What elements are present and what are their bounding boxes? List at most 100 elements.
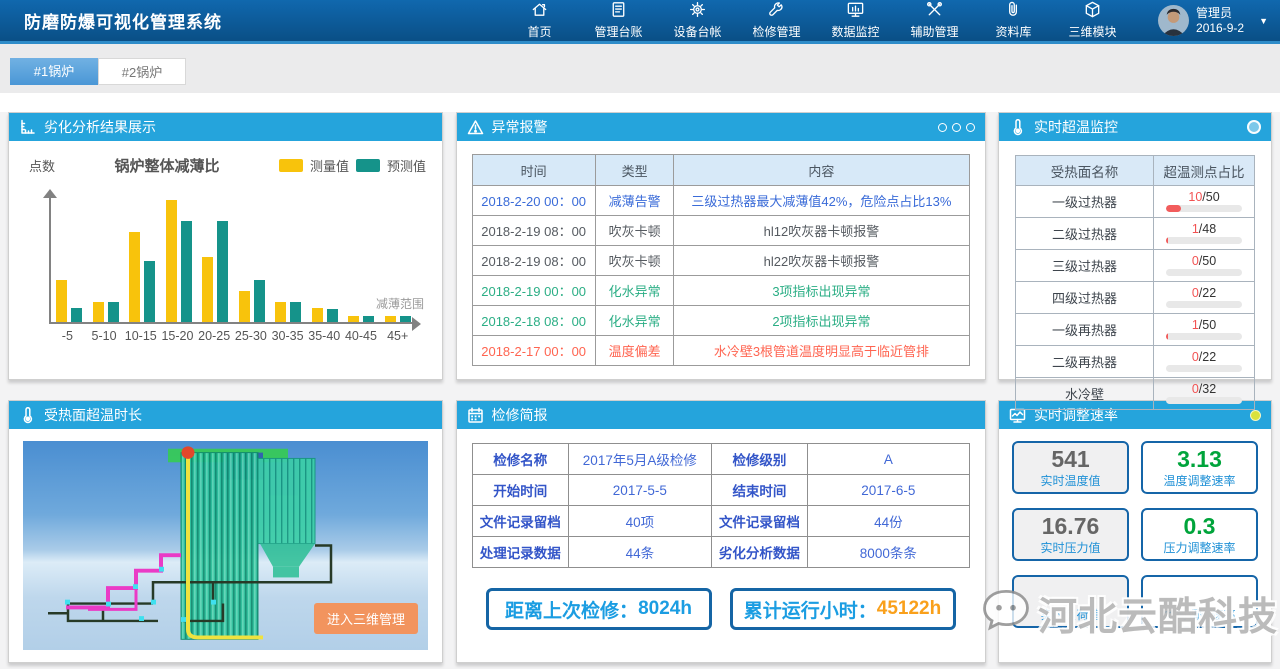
alarm-column-header: 内容 <box>674 155 969 186</box>
panel-dot-icon[interactable] <box>966 123 975 132</box>
nav-item-gear[interactable]: 设备台帐 <box>658 0 737 41</box>
legend-label: 预测值 <box>387 156 426 175</box>
progress-track <box>1166 205 1242 212</box>
maintenance-label: 开始时间 <box>472 475 568 506</box>
maintenance-button-2[interactable]: 累计运行小时：45122h <box>730 588 956 630</box>
surface-name: 一级再热器 <box>1016 314 1154 346</box>
panel-dot-icon[interactable] <box>952 123 961 132</box>
overtemp-ratio: 0/32 <box>1166 382 1242 396</box>
bar <box>56 280 67 322</box>
nav-item-cube[interactable]: 三维模块 <box>1053 0 1132 41</box>
nav-item-label: 首页 <box>528 23 552 40</box>
main-nav: 首页 管理台账设备台帐检修管理数据监控辅助管理资料库 三维模块 <box>500 0 1132 41</box>
bar <box>202 257 213 322</box>
nav-item-wrench[interactable]: 检修管理 <box>737 0 816 41</box>
maintenance-button-1[interactable]: 距离上次检修：8024h <box>486 588 712 630</box>
bar-group-5-10 <box>88 194 125 322</box>
bar-group-20-25 <box>197 194 234 322</box>
button-value: 45122h <box>877 598 941 620</box>
overtemp-row: 二级过热器 1/48 <box>1016 218 1255 250</box>
progress-track <box>1166 365 1242 372</box>
alarm-cell-content: 3项指标出现异常 <box>674 276 969 306</box>
maintenance-row: 开始时间2017-5-5结束时间2017-6-5 <box>472 475 969 506</box>
app-title: 防磨防爆可视化管理系统 <box>24 8 222 33</box>
rate-card-5: 实时负荷值 <box>1012 575 1129 628</box>
maintenance-label: 结束时间 <box>711 475 807 506</box>
tab-boiler-2[interactable]: #2锅炉 <box>98 58 186 85</box>
x-tick: 40-45 <box>343 329 380 343</box>
nav-item-ledger[interactable]: 管理台账 <box>579 0 658 41</box>
overtemp-ratio: 1/48 <box>1166 222 1242 236</box>
alarm-cell-time: 2018-2-19 08：00 <box>472 216 595 246</box>
cube-icon <box>1083 0 1102 22</box>
maintenance-row: 处理记录数据44条劣化分析数据8000条条 <box>472 537 969 568</box>
monitor-icon <box>846 0 865 22</box>
alarm-cell-type: 化水异常 <box>595 306 674 336</box>
button-value: 8024h <box>638 598 692 620</box>
caret-down-icon[interactable]: ▼ <box>1259 16 1268 26</box>
panel-title: 受热面超温时长 <box>44 405 142 425</box>
bar <box>217 221 228 322</box>
nav-item-monitor[interactable]: 数据监控 <box>816 0 895 41</box>
x-tick: 35-40 <box>306 329 343 343</box>
alarm-table: 时间类型内容 2018-2-20 00：00减薄告警三级过热器最大减薄值42%，… <box>472 154 970 366</box>
surface-name: 二级过热器 <box>1016 218 1154 250</box>
alarm-row: 2018-2-19 00：00化水异常3项指标出现异常 <box>472 276 969 306</box>
total-count: /50 <box>1199 254 1216 268</box>
enter-3d-button[interactable]: 进入三维管理 <box>314 603 418 634</box>
bar <box>129 232 140 322</box>
nav-item-label: 资料库 <box>996 23 1032 40</box>
status-indicator-icon <box>1247 120 1261 134</box>
maintenance-value: 2017-6-5 <box>808 475 969 506</box>
avatar <box>1158 5 1189 36</box>
maintenance-buttons: 距离上次检修：8024h 累计运行小时：45122h <box>486 588 956 630</box>
alarm-cell-content: 水冷壁3根管道温度明显高于临近管排 <box>674 336 969 366</box>
bar-group-25-30 <box>234 194 271 322</box>
total-count: /48 <box>1199 222 1216 236</box>
alarm-cell-content: hl12吹灰器卡顿报警 <box>674 216 969 246</box>
rate-label: 压力调整速率 <box>1163 539 1235 556</box>
x-tick: 15-20 <box>159 329 196 343</box>
tab-boiler-1[interactable]: #1锅炉 <box>10 58 98 85</box>
overtemp-ratio-cell: 10/50 <box>1154 186 1255 218</box>
bar <box>275 302 286 322</box>
panel-dot-icon[interactable] <box>938 123 947 132</box>
bar <box>327 309 338 322</box>
rate-label: 实时温度值 <box>1040 472 1100 489</box>
overtemp-ratio-cell: 1/50 <box>1154 314 1255 346</box>
rate-label: 温度调整速率 <box>1163 472 1235 489</box>
alarm-cell-type: 化水异常 <box>595 276 674 306</box>
overtemp-ratio-cell: 1/48 <box>1154 218 1255 250</box>
maintenance-value: 40项 <box>568 506 711 537</box>
alarm-row: 2018-2-18 08：00化水异常2项指标出现异常 <box>472 306 969 336</box>
bar-group-10-15 <box>124 194 161 322</box>
paperclip-icon <box>1004 0 1023 22</box>
wrench-icon <box>767 0 786 22</box>
rate-label: 负荷调整速率 <box>1163 606 1235 623</box>
maintenance-label: 文件记录留档 <box>711 506 807 537</box>
rate-cards: 541实时温度值3.13温度调整速率16.76实时压力值0.3压力调整速率实时负… <box>999 429 1271 662</box>
panel-overtemp-duration: 受热面超温时长 <box>8 400 443 663</box>
bar-group-15-20 <box>161 194 198 322</box>
bar <box>93 302 104 322</box>
button-prefix: 距离上次检修： <box>505 596 638 623</box>
alarm-cell-type: 吹灰卡顿 <box>595 216 674 246</box>
maintenance-table: 检修名称2017年5月A级检修检修级别A开始时间2017-5-5结束时间2017… <box>472 443 970 568</box>
rate-card-4: 0.3压力调整速率 <box>1141 508 1258 561</box>
nav-item-home[interactable]: 首页 <box>500 0 579 41</box>
overtemp-ratio: 0/22 <box>1166 286 1242 300</box>
alarm-table-header: 时间类型内容 <box>472 155 969 186</box>
gear-icon <box>688 0 707 22</box>
overtemp-count: 10 <box>1188 190 1202 204</box>
alarm-cell-type: 温度偏差 <box>595 336 674 366</box>
chart-x-ticks: -55-1010-1515-2020-2525-3030-3535-4040-4… <box>49 329 416 343</box>
maintenance-label: 文件记录留档 <box>472 506 568 537</box>
user-menu[interactable]: 管理员 2016-9-2 ▼ <box>1158 5 1268 36</box>
overtemp-ratio-cell: 0/32 <box>1154 378 1255 410</box>
nav-item-tools[interactable]: 辅助管理 <box>895 0 974 41</box>
nav-item-paperclip[interactable]: 资料库 <box>974 0 1053 41</box>
alarm-cell-content: 2项指标出现异常 <box>674 306 969 336</box>
progress-track <box>1166 333 1242 340</box>
boiler-3d-view[interactable]: 进入三维管理 <box>23 441 428 650</box>
rate-value: 3.13 <box>1177 447 1222 471</box>
